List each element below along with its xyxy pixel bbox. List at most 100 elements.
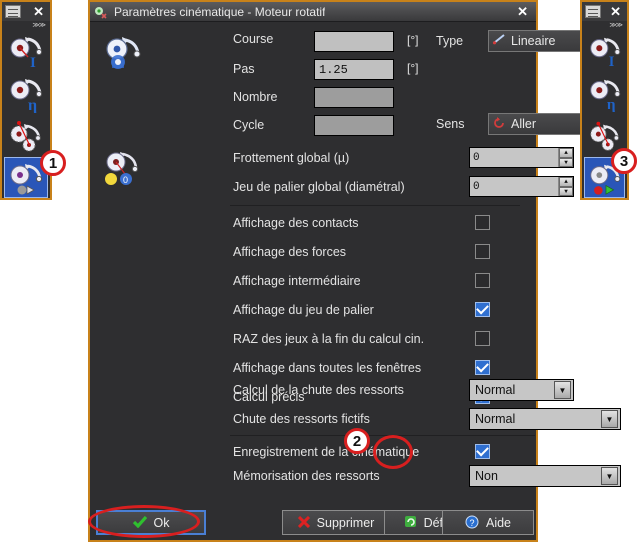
motor-section-icon xyxy=(102,32,144,77)
supprimer-button-label: Supprimer xyxy=(316,515,375,530)
dialog-titlebar[interactable]: Paramètres cinématique - Moteur rotatif … xyxy=(90,2,536,22)
right-toolbar-header: ✕ xyxy=(582,2,627,22)
memorisation-label: Mémorisation des ressorts xyxy=(233,469,380,483)
cycle-label: Cycle xyxy=(233,118,265,132)
checkbox-toggle[interactable] xyxy=(475,331,490,346)
chute-ressorts-select[interactable]: Normal ▼ xyxy=(469,379,574,401)
chevrons-icon[interactable]: ≫≫ xyxy=(2,21,50,31)
sidebar-item-inertia[interactable]: I xyxy=(4,32,48,73)
chevrons-icon[interactable]: ≫≫ xyxy=(582,21,627,31)
course-label: Course xyxy=(233,32,274,46)
svg-text:I: I xyxy=(30,55,36,71)
checkbox-label: Affichage du jeu de palier xyxy=(233,303,374,317)
divider-top xyxy=(230,205,520,206)
supprimer-button[interactable]: Supprimer xyxy=(282,510,390,535)
spin-up-icon[interactable]: ▲ xyxy=(559,148,573,158)
blue-question-icon: ? xyxy=(465,515,479,531)
sens-label: Sens xyxy=(436,117,465,131)
checkbox-toggle[interactable] xyxy=(475,215,490,230)
type-label: Type xyxy=(436,34,464,48)
close-icon[interactable]: ✕ xyxy=(610,5,624,18)
jeu-palier-spin-buttons[interactable]: ▲ ▼ xyxy=(558,177,573,196)
kinematic-inertia-icon: I xyxy=(589,38,620,71)
aide-button[interactable]: ? Aide xyxy=(442,510,534,535)
memorisation-value: Non xyxy=(475,469,498,483)
screenshot-root: ✕ ≫≫ I η Paramètres cinématique - Moteur… xyxy=(0,0,643,542)
svg-text:η: η xyxy=(606,96,615,113)
aide-button-label: Aide xyxy=(485,515,512,530)
friction-section-icon: 0 xyxy=(102,148,144,193)
frottement-spin-buttons[interactable]: ▲ ▼ xyxy=(558,148,573,167)
sidebar-item-gear[interactable] xyxy=(4,116,48,157)
frottement-stepper[interactable]: 0 ▲ ▼ xyxy=(469,147,574,168)
checkbox-label: RAZ des jeux à la fin du calcul cin. xyxy=(233,332,425,346)
nombre-label: Nombre xyxy=(233,90,278,104)
green-check-icon xyxy=(132,515,147,530)
rotation-arrow-icon xyxy=(489,116,509,132)
record-label: Enregistrement de la cinématique xyxy=(233,445,420,459)
checkbox-toggle[interactable] xyxy=(475,244,490,259)
memorisation-select[interactable]: Non ▼ xyxy=(469,465,621,487)
cycle-input[interactable] xyxy=(314,115,394,136)
dialog-close-icon[interactable]: ✕ xyxy=(517,4,532,20)
chevron-down-icon[interactable]: ▼ xyxy=(601,467,618,485)
field-row-course: Course xyxy=(233,32,313,46)
frottement-value: 0 xyxy=(473,151,480,164)
annotation-badge-1: 1 xyxy=(40,150,66,176)
red-x-icon xyxy=(297,515,310,530)
jeu-palier-label: Jeu de palier global (diamétral) xyxy=(233,180,405,194)
jeu-palier-stepper[interactable]: 0 ▲ ▼ xyxy=(469,176,574,197)
sidebar-item-efficiency[interactable]: η xyxy=(4,74,48,115)
checkbox-toggle[interactable] xyxy=(475,273,490,288)
checkbox-label: Affichage dans toutes les fenêtres xyxy=(233,361,422,375)
dialog-button-bar: Ok Supprimer Défaut ? Aide xyxy=(90,502,536,542)
chevron-down-icon[interactable]: ▼ xyxy=(554,381,571,399)
svg-text:0: 0 xyxy=(123,175,128,185)
spin-up-icon[interactable]: ▲ xyxy=(559,177,573,187)
ok-button-label: Ok xyxy=(153,515,170,530)
pas-input[interactable]: 1.25 xyxy=(314,59,394,80)
green-refresh-icon xyxy=(404,515,417,530)
pas-unit: [°] xyxy=(407,61,419,75)
menu-grip-icon[interactable] xyxy=(585,5,601,19)
checkbox-label: Affichage intermédiaire xyxy=(233,274,361,288)
ok-button[interactable]: Ok xyxy=(96,510,206,535)
motor-rotary-icon xyxy=(95,6,107,19)
kinematic-inertia-icon: I xyxy=(10,37,43,71)
course-unit: [°] xyxy=(407,33,419,47)
pas-label: Pas xyxy=(233,62,255,76)
svg-text:η: η xyxy=(28,97,37,113)
annotation-badge-2: 2 xyxy=(344,428,370,454)
checkbox-label: Affichage des forces xyxy=(233,245,347,259)
spin-down-icon[interactable]: ▼ xyxy=(559,186,573,196)
chute-fictifs-label: Chute des ressorts fictifs xyxy=(233,412,370,426)
annotation-badge-3: 3 xyxy=(611,148,637,174)
checkbox-toggle[interactable] xyxy=(475,360,490,375)
kinematic-parameters-dialog: Paramètres cinématique - Moteur rotatif … xyxy=(88,0,621,542)
record-checkbox[interactable] xyxy=(475,444,490,459)
left-toolbar-header: ✕ xyxy=(2,2,50,22)
frottement-label: Frottement global (µ) xyxy=(233,151,350,165)
kinematic-gear-icon xyxy=(10,120,41,152)
course-input[interactable] xyxy=(314,31,394,52)
chute-fictifs-select[interactable]: Normal ▼ xyxy=(469,408,621,430)
dialog-title: Paramètres cinématique - Moteur rotatif xyxy=(114,4,326,19)
chute-ressorts-value: Normal xyxy=(475,383,516,397)
nombre-input[interactable] xyxy=(314,87,394,108)
checkbox-toggle[interactable] xyxy=(475,302,490,317)
checkbox-label: Affichage des contacts xyxy=(233,216,359,230)
kinematic-eta-icon: η xyxy=(589,79,620,113)
divider-bottom xyxy=(230,435,535,436)
svg-text:?: ? xyxy=(469,518,474,528)
sidebar-item-inertia-right[interactable]: I xyxy=(584,32,625,73)
chute-ressorts-label: Calcul de la chute des ressorts xyxy=(233,383,404,397)
chevron-down-icon[interactable]: ▼ xyxy=(601,410,618,428)
close-icon[interactable]: ✕ xyxy=(33,5,47,18)
line-graph-icon xyxy=(489,34,509,48)
jeu-palier-value: 0 xyxy=(473,180,480,193)
spin-down-icon[interactable]: ▼ xyxy=(559,157,573,167)
chute-fictifs-value: Normal xyxy=(475,412,516,426)
sidebar-item-efficiency-right[interactable]: η xyxy=(584,74,625,115)
menu-grip-icon[interactable] xyxy=(5,5,21,19)
kinematic-eta-icon: η xyxy=(10,79,43,113)
